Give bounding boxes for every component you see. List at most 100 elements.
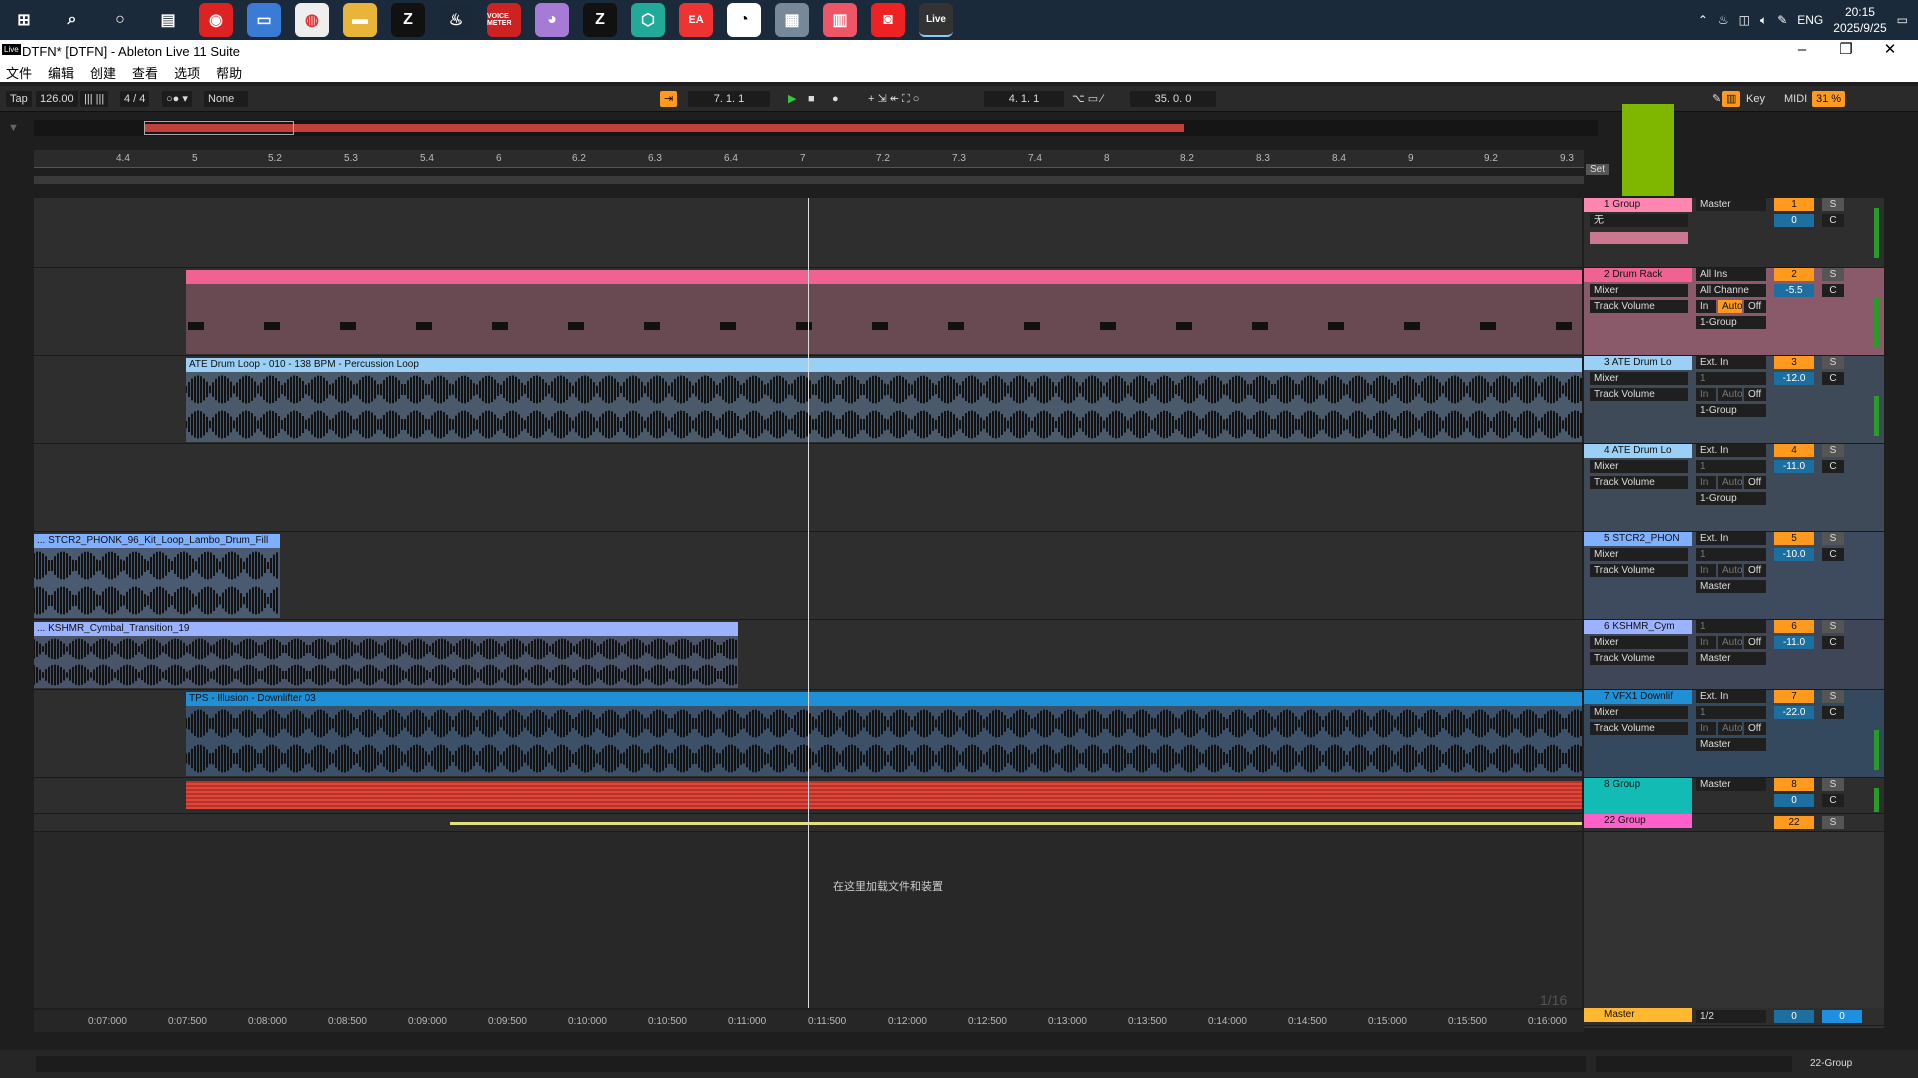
taskview-icon[interactable]: ▤ xyxy=(151,3,185,37)
master-pan[interactable]: 0 xyxy=(1822,1010,1862,1023)
track-volume[interactable]: -11.0 xyxy=(1774,460,1814,473)
midi-note[interactable] xyxy=(188,322,204,330)
podcast-icon[interactable]: ◙ xyxy=(871,3,905,37)
solo-button[interactable]: S xyxy=(1822,268,1844,281)
pan-field[interactable]: C xyxy=(1822,548,1844,561)
clip-tps-downlifter[interactable]: TPS - Illusion - Downlifter 03 xyxy=(186,692,1582,706)
track-name[interactable]: 1 Group xyxy=(1584,198,1692,212)
output-select[interactable]: Master xyxy=(1696,738,1766,751)
restore-button[interactable]: ❐ xyxy=(1824,40,1868,62)
metronome-toggle[interactable]: ○● ▾ xyxy=(162,91,192,107)
track-volume[interactable]: -22.0 xyxy=(1774,706,1814,719)
menu-edit[interactable]: 编辑 xyxy=(48,63,74,82)
input-type-select[interactable]: Ext. In xyxy=(1696,444,1766,457)
device-select[interactable]: Mixer xyxy=(1590,636,1688,649)
key-map-button[interactable]: Key xyxy=(1742,91,1769,107)
pan-field[interactable]: C xyxy=(1822,284,1844,297)
midi-note[interactable] xyxy=(1404,322,1420,330)
output-select[interactable]: Master xyxy=(1696,778,1766,791)
notification-icon[interactable]: ▭ xyxy=(1897,13,1908,27)
play-button[interactable]: ▶ xyxy=(784,91,800,107)
pan-field[interactable]: C xyxy=(1822,706,1844,719)
monitor-auto[interactable]: Auto xyxy=(1718,722,1742,735)
solo-button[interactable]: S xyxy=(1822,690,1844,703)
midi-note[interactable] xyxy=(1176,322,1192,330)
midi-note[interactable] xyxy=(1328,322,1344,330)
steam-icon[interactable]: ♨ xyxy=(439,3,473,37)
search-icon[interactable]: ⌕ xyxy=(55,3,89,37)
input-channel-select[interactable]: 1 xyxy=(1696,372,1766,385)
music-app-icon[interactable]: ▥ xyxy=(823,3,857,37)
time-signature-field[interactable]: 4 / 4 xyxy=(120,91,150,107)
monitor-off[interactable]: Off xyxy=(1744,636,1766,649)
overview-strip[interactable] xyxy=(34,120,1598,136)
tap-button[interactable]: Tap xyxy=(6,91,32,107)
input-type-select[interactable]: Ext. In xyxy=(1696,356,1766,369)
master-route-select[interactable]: 1/2 xyxy=(1696,1010,1766,1023)
track-name[interactable]: 3 ATE Drum Lo xyxy=(1584,356,1692,370)
pan-field[interactable]: C xyxy=(1822,214,1844,227)
track-activator[interactable]: 8 xyxy=(1774,778,1814,791)
track-volume[interactable]: -5.5 xyxy=(1774,284,1814,297)
qq-icon[interactable]: ◔ xyxy=(727,3,761,37)
monitor-off[interactable]: Off xyxy=(1744,476,1766,489)
ableton-live-icon[interactable]: Live xyxy=(919,3,953,37)
track-name[interactable]: 4 ATE Drum Lo xyxy=(1584,444,1692,458)
clip-kshmr-cymbal[interactable]: ... KSHMR_Cymbal_Transition_19 xyxy=(34,622,738,636)
midi-note[interactable] xyxy=(1100,322,1116,330)
monitor-off[interactable]: Off xyxy=(1744,722,1766,735)
group-22-clip[interactable] xyxy=(450,822,1582,825)
input-type-select[interactable]: All Ins xyxy=(1696,268,1766,281)
monitor-auto[interactable]: Auto xyxy=(1718,300,1742,313)
loop-icons[interactable]: ⌥ ▭ ∕ xyxy=(1068,91,1107,107)
loop-start-field[interactable]: 4. 1. 1 xyxy=(984,91,1064,107)
beat-ruler[interactable]: 4.4 5 5.2 5.3 5.4 6 6.2 6.3 6.4 7 7.2 7.3 7.4 8 8.2 8.3… xyxy=(34,150,1584,168)
track-volume[interactable]: 0 xyxy=(1774,214,1814,227)
solo-button[interactable]: S xyxy=(1822,816,1844,829)
hex-app-icon[interactable]: ⬡ xyxy=(631,3,665,37)
track-activator[interactable]: 22 xyxy=(1774,816,1814,829)
monitor-in[interactable]: In xyxy=(1696,300,1716,313)
parameter-select[interactable]: Track Volume xyxy=(1590,476,1688,489)
record-button[interactable]: ● xyxy=(828,91,843,107)
pan-field[interactable]: C xyxy=(1822,372,1844,385)
loop-length-field[interactable]: 35. 0. 0 xyxy=(1130,91,1216,107)
set-locator-button[interactable]: Set xyxy=(1586,164,1610,175)
chrome-icon[interactable]: ◍ xyxy=(295,3,329,37)
filter-icon[interactable]: ▼ xyxy=(8,122,19,134)
files-icon[interactable]: ▭ xyxy=(247,3,281,37)
midi-note[interactable] xyxy=(1024,322,1040,330)
monitor-auto[interactable]: Auto xyxy=(1718,388,1742,401)
clip-ate-drum-loop[interactable]: ATE Drum Loop - 010 - 138 BPM - Percussi… xyxy=(186,358,1582,372)
solo-button[interactable]: S xyxy=(1822,444,1844,457)
solo-button[interactable]: S xyxy=(1822,778,1844,791)
track-activator[interactable]: 4 xyxy=(1774,444,1814,457)
monitor-in[interactable]: In xyxy=(1696,564,1716,577)
parameter-select[interactable]: Track Volume xyxy=(1590,300,1688,313)
input-type-select[interactable]: Ext. In xyxy=(1696,532,1766,545)
solo-button[interactable]: S xyxy=(1822,356,1844,369)
pen-icon[interactable]: ✎ xyxy=(1777,13,1787,27)
device-select[interactable]: Mixer xyxy=(1590,372,1688,385)
nudge-buttons[interactable]: ||| ||| xyxy=(80,91,109,107)
monitor-auto[interactable]: Auto xyxy=(1718,564,1742,577)
solo-button[interactable]: S xyxy=(1822,620,1844,633)
monitor-in[interactable]: In xyxy=(1696,722,1716,735)
menu-view[interactable]: 查看 xyxy=(132,63,158,82)
chevron-up-icon[interactable]: ⌃ xyxy=(1698,13,1708,27)
track-name[interactable]: 2 Drum Rack xyxy=(1584,268,1692,282)
time-ruler[interactable]: 0:07:000 0:07:500 0:08:000 0:08:500 0:09:000… xyxy=(34,1010,1584,1032)
cortana-icon[interactable]: ○ xyxy=(103,3,137,37)
midi-note[interactable] xyxy=(644,322,660,330)
solo-button[interactable]: S xyxy=(1822,532,1844,545)
z-app-icon[interactable]: Z xyxy=(391,3,425,37)
menu-file[interactable]: 文件 xyxy=(6,63,32,82)
output-select[interactable]: 1-Group xyxy=(1696,492,1766,505)
monitor-in[interactable]: In xyxy=(1696,636,1716,649)
keyboard-icon[interactable]: ▥ xyxy=(1722,91,1741,107)
pan-field[interactable]: C xyxy=(1822,636,1844,649)
language-indicator[interactable]: ENG xyxy=(1797,13,1823,27)
monitor-off[interactable]: Off xyxy=(1744,564,1766,577)
master-name[interactable]: Master xyxy=(1584,1008,1692,1022)
track-activator[interactable]: 3 xyxy=(1774,356,1814,369)
